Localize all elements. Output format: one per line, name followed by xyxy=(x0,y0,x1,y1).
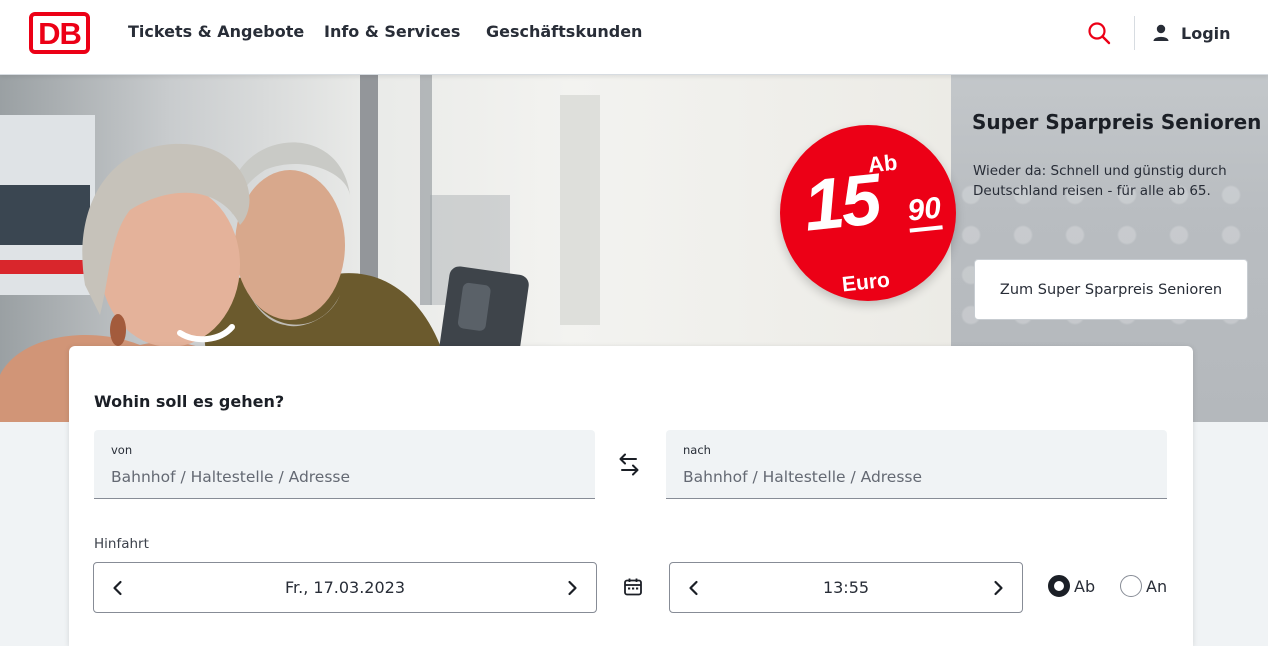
badge-price-cents: 90 xyxy=(906,191,944,233)
radio-departure-selected-icon xyxy=(1048,575,1070,597)
from-label: von xyxy=(111,443,133,457)
nav-info-services[interactable]: Info & Services xyxy=(324,22,460,41)
swap-icon xyxy=(619,453,639,476)
from-input[interactable] xyxy=(111,466,571,488)
header-divider xyxy=(1134,16,1135,50)
user-icon xyxy=(1153,24,1169,41)
date-next-button[interactable] xyxy=(548,563,596,612)
time-prev-button[interactable] xyxy=(670,563,718,612)
login-button[interactable]: Login xyxy=(1150,16,1231,50)
search-title: Wohin soll es gehen? xyxy=(94,392,285,411)
chevron-left-icon xyxy=(113,580,122,595)
date-stepper: Fr., 17.03.2023 xyxy=(93,562,597,613)
from-field[interactable]: von xyxy=(94,430,595,499)
journey-search-card: Wohin soll es gehen? von nach Hinfahrt F… xyxy=(69,346,1193,646)
promo-button[interactable]: Zum Super Sparpreis Senioren xyxy=(974,259,1248,320)
swap-stations-button[interactable] xyxy=(616,450,642,480)
promo-title: Super Sparpreis Senioren xyxy=(972,110,1262,134)
chevron-left-icon xyxy=(689,580,698,595)
search-button[interactable] xyxy=(1084,18,1116,50)
to-label: nach xyxy=(683,443,711,457)
nav-geschaeftskunden[interactable]: Geschäftskunden xyxy=(486,22,642,41)
radio-departure[interactable]: Ab xyxy=(1048,575,1095,597)
db-logo[interactable]: DB xyxy=(29,12,90,54)
login-label: Login xyxy=(1181,23,1231,43)
badge-price-main: 15 xyxy=(800,159,883,247)
time-stepper: 13:55 xyxy=(669,562,1023,613)
calendar-button[interactable] xyxy=(622,576,644,598)
nav-tickets-angebote[interactable]: Tickets & Angebote xyxy=(128,22,304,41)
time-next-button[interactable] xyxy=(974,563,1022,612)
promo-text: Wieder da: Schnell und günstig durch Deu… xyxy=(973,163,1227,199)
radio-departure-label: Ab xyxy=(1074,576,1096,596)
outbound-label: Hinfahrt xyxy=(94,536,149,552)
date-value[interactable]: Fr., 17.03.2023 xyxy=(142,563,548,612)
radio-arrival[interactable]: An xyxy=(1120,575,1167,597)
to-input[interactable] xyxy=(683,466,1143,488)
logo-text: DB xyxy=(38,15,82,51)
chevron-right-icon xyxy=(994,580,1003,595)
to-field[interactable]: nach xyxy=(666,430,1167,499)
calendar-icon xyxy=(624,578,642,596)
badge-currency: Euro xyxy=(840,268,891,297)
site-header: DB Tickets & Angebote Info & Services Ge… xyxy=(0,0,1268,75)
radio-arrival-unselected-icon xyxy=(1120,575,1142,597)
price-badge: Ab 15 90 Euro xyxy=(780,125,956,301)
time-value[interactable]: 13:55 xyxy=(718,563,974,612)
search-icon xyxy=(1088,22,1111,45)
date-prev-button[interactable] xyxy=(94,563,142,612)
radio-arrival-label: An xyxy=(1146,576,1168,596)
chevron-right-icon xyxy=(568,580,577,595)
